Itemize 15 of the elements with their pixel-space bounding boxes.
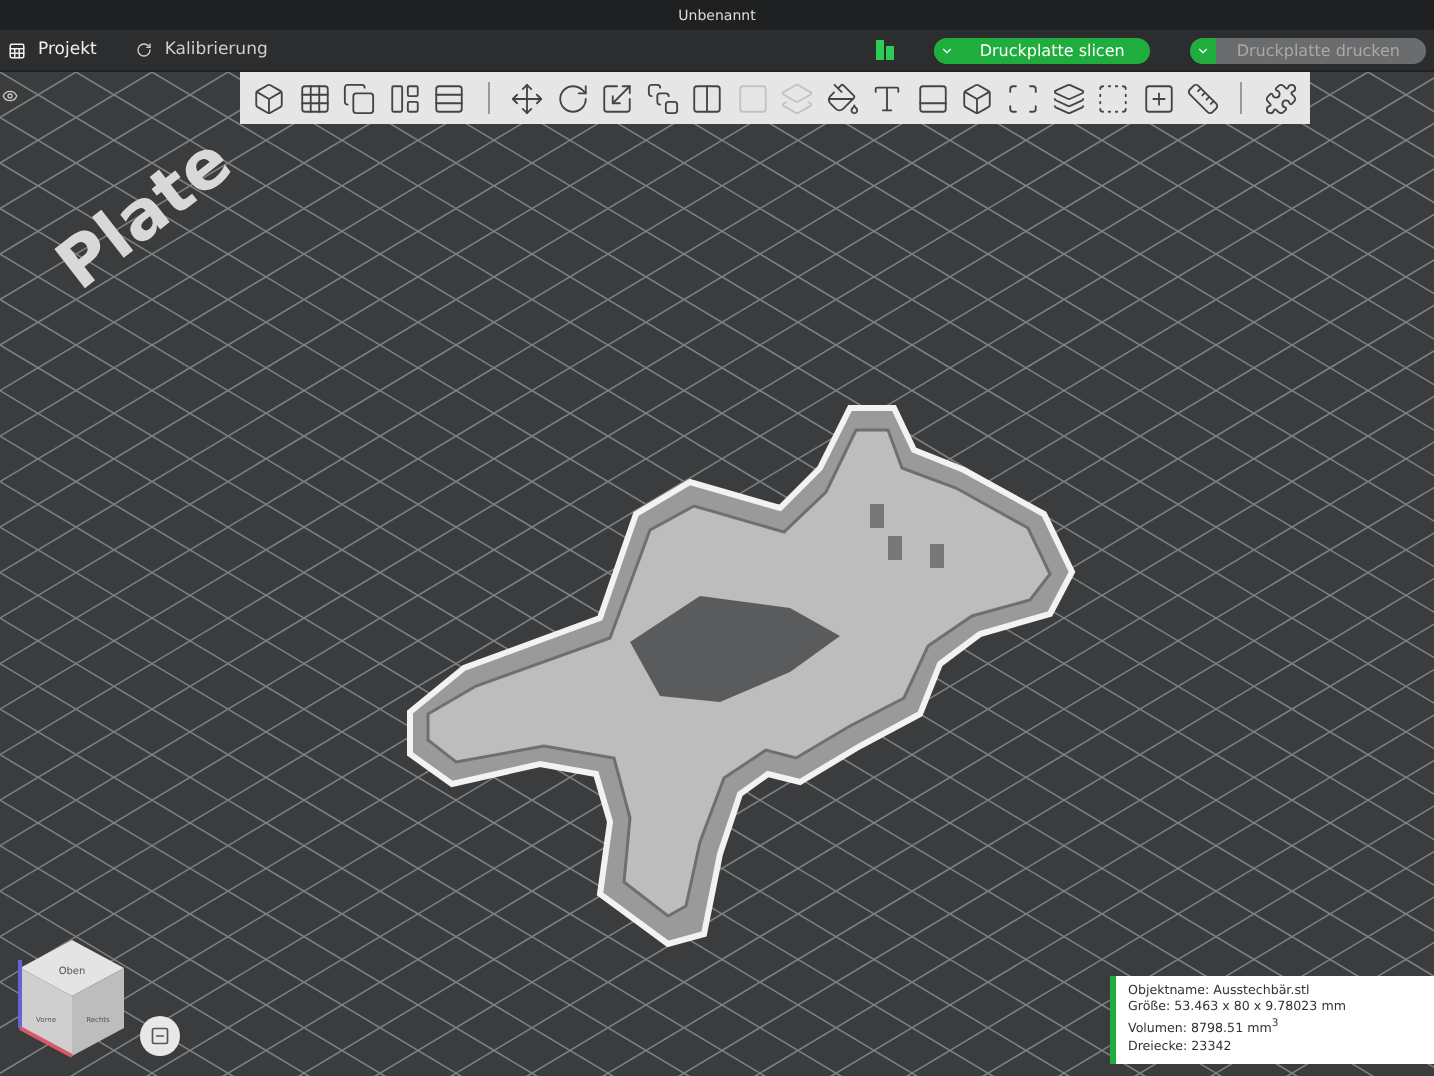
tab-label: Projekt	[38, 40, 97, 60]
layers-icon[interactable]	[1048, 78, 1088, 118]
tab-label: Kalibrierung	[164, 40, 268, 60]
move-icon[interactable]	[507, 78, 547, 118]
rotate-icon	[136, 42, 153, 58]
copy-icon[interactable]	[340, 78, 380, 118]
paint-bucket-icon[interactable]	[823, 78, 863, 118]
menu-tab[interactable]: Kalibrierung	[136, 30, 268, 70]
eye-icon[interactable]	[2, 88, 18, 104]
caret-icon	[1196, 43, 1211, 57]
recenter-button[interactable]	[140, 1016, 180, 1056]
menu-tab[interactable]: Projekt	[8, 30, 97, 70]
ruler-icon[interactable]	[1183, 78, 1223, 118]
puzzle-icon[interactable]	[1260, 78, 1300, 118]
caret-icon	[939, 43, 954, 57]
